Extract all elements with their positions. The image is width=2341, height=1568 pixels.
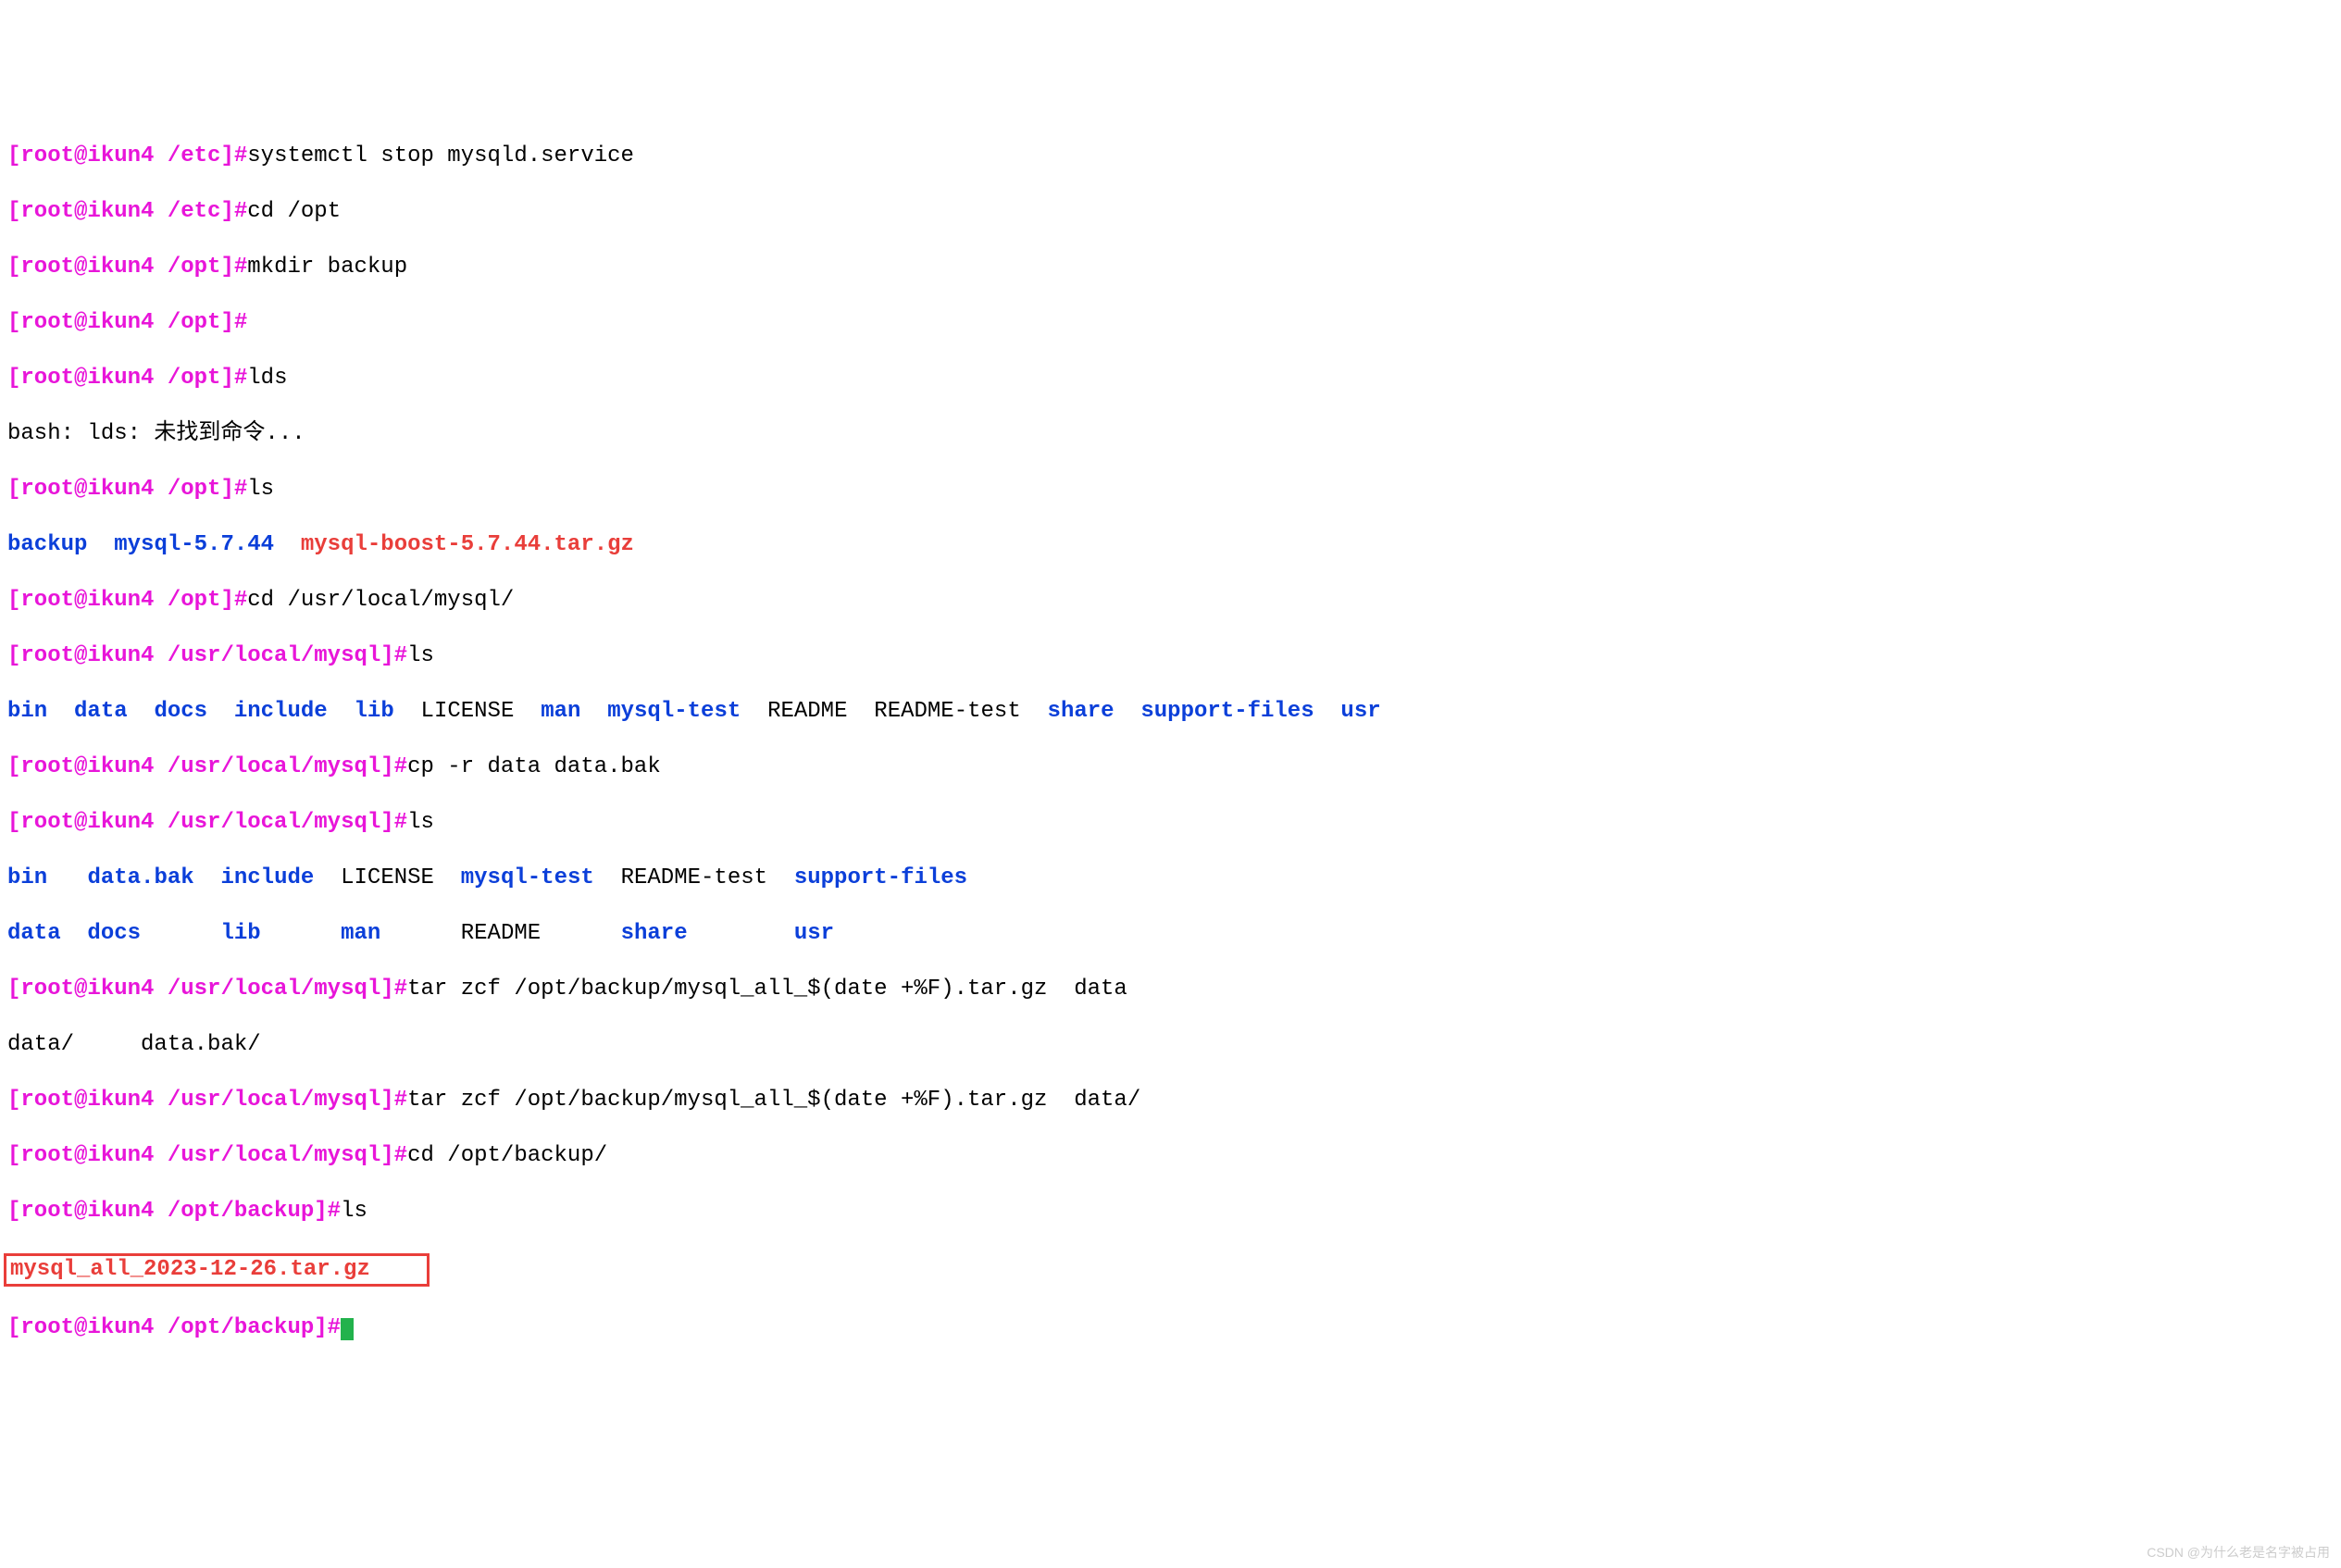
prompt: [root@ikun4 /usr/local/mysql]#: [7, 810, 407, 835]
directory-item: mysql-test: [607, 699, 741, 724]
ls-output: bin data docs include lib LICENSE man my…: [7, 698, 2334, 726]
terminal-line: [root@ikun4 /etc]#cd /opt: [7, 198, 2334, 226]
directory-item: include: [220, 865, 314, 890]
directory-item: mysql-5.7.44: [114, 532, 274, 557]
watermark-text: CSDN @为什么老是名字被占用: [2147, 1545, 2330, 1562]
completion-item: data.bak/: [141, 1032, 261, 1057]
terminal-line: [root@ikun4 /usr/local/mysql]#cp -r data…: [7, 753, 2334, 781]
prompt: [root@ikun4 /opt]#: [7, 477, 247, 502]
directory-item: mysql-test: [461, 865, 594, 890]
directory-item: data: [7, 921, 61, 946]
command-text: cd /opt: [247, 199, 341, 224]
directory-item: support-files: [794, 865, 967, 890]
file-item: README-test: [874, 699, 1020, 724]
directory-item: support-files: [1140, 699, 1314, 724]
prompt: [root@ikun4 /usr/local/mysql]#: [7, 754, 407, 779]
directory-item: docs: [154, 699, 207, 724]
command-text: ls: [407, 643, 434, 668]
ls-output: data docs lib man README share usr: [7, 920, 2334, 948]
command-text: tar zcf /opt/backup/mysql_all_$(date +%F…: [407, 1088, 1140, 1113]
file-item: README: [461, 921, 541, 946]
command-text: lds: [247, 366, 287, 391]
terminal-line: [root@ikun4 /etc]#systemctl stop mysqld.…: [7, 143, 2334, 170]
tab-completion: data/ data.bak/: [7, 1031, 2334, 1059]
directory-item: man: [341, 921, 380, 946]
command-text: systemctl stop mysqld.service: [247, 143, 634, 168]
command-text: cd /opt/backup/: [407, 1143, 607, 1168]
prompt: [root@ikun4 /usr/local/mysql]#: [7, 643, 407, 668]
terminal-line: [root@ikun4 /usr/local/mysql]#ls: [7, 809, 2334, 837]
terminal-line: [root@ikun4 /opt]#: [7, 309, 2334, 337]
directory-item: data.bak: [87, 865, 193, 890]
file-item: LICENSE: [421, 699, 515, 724]
command-text: ls: [247, 477, 274, 502]
directory-item: bin: [7, 699, 47, 724]
directory-item: man: [541, 699, 580, 724]
command-text: cp -r data data.bak: [407, 754, 661, 779]
file-item: README: [767, 699, 847, 724]
prompt: [root@ikun4 /usr/local/mysql]#: [7, 1143, 407, 1168]
command-text: mkdir backup: [247, 255, 407, 280]
directory-item: bin: [7, 865, 47, 890]
prompt: [root@ikun4 /opt]#: [7, 255, 247, 280]
file-item: LICENSE: [341, 865, 434, 890]
archive-item: mysql-boost-5.7.44.tar.gz: [301, 532, 634, 557]
ls-output: bin data.bak include LICENSE mysql-test …: [7, 865, 2334, 892]
terminal-line: [root@ikun4 /opt]#ls: [7, 476, 2334, 504]
command-text: cd /usr/local/mysql/: [247, 588, 514, 613]
terminal-line: [root@ikun4 /usr/local/mysql]#tar zcf /o…: [7, 976, 2334, 1003]
highlight-box: mysql_all_2023-12-26.tar.gz: [4, 1253, 430, 1287]
terminal-line: [root@ikun4 /opt]#mkdir backup: [7, 254, 2334, 281]
prompt: [root@ikun4 /opt]#: [7, 310, 247, 335]
prompt: [root@ikun4 /usr/local/mysql]#: [7, 977, 407, 1002]
prompt: [root@ikun4 /opt/backup]#: [7, 1199, 341, 1224]
directory-item: usr: [794, 921, 834, 946]
prompt: [root@ikun4 /opt/backup]#: [7, 1315, 341, 1340]
directory-item: share: [1048, 699, 1114, 724]
prompt: [root@ikun4 /etc]#: [7, 199, 247, 224]
directory-item: backup: [7, 532, 87, 557]
command-text: tar zcf /opt/backup/mysql_all_$(date +%F…: [407, 977, 1127, 1002]
directory-item: usr: [1340, 699, 1380, 724]
terminal-line: [root@ikun4 /opt]#cd /usr/local/mysql/: [7, 587, 2334, 615]
ls-output: backup mysql-5.7.44 mysql-boost-5.7.44.t…: [7, 531, 2334, 559]
directory-item: lib: [355, 699, 394, 724]
prompt: [root@ikun4 /usr/local/mysql]#: [7, 1088, 407, 1113]
command-text: ls: [341, 1199, 367, 1224]
highlighted-output: mysql_all_2023-12-26.tar.gz: [7, 1253, 2334, 1287]
directory-item: docs: [87, 921, 141, 946]
terminal-output[interactable]: [root@ikun4 /etc]#systemctl stop mysqld.…: [7, 115, 2334, 1370]
archive-item: mysql_all_2023-12-26.tar.gz: [10, 1257, 370, 1282]
terminal-line: [root@ikun4 /opt/backup]#: [7, 1314, 2334, 1342]
terminal-line: [root@ikun4 /opt]#lds: [7, 365, 2334, 392]
directory-item: include: [234, 699, 328, 724]
directory-item: share: [621, 921, 688, 946]
directory-item: lib: [220, 921, 260, 946]
prompt: [root@ikun4 /opt]#: [7, 588, 247, 613]
command-text: ls: [407, 810, 434, 835]
terminal-line: [root@ikun4 /usr/local/mysql]#ls: [7, 642, 2334, 670]
directory-item: data: [74, 699, 128, 724]
cursor-icon[interactable]: [341, 1318, 354, 1340]
prompt: [root@ikun4 /opt]#: [7, 366, 247, 391]
terminal-line: [root@ikun4 /usr/local/mysql]#cd /opt/ba…: [7, 1142, 2334, 1170]
terminal-line: [root@ikun4 /opt/backup]#ls: [7, 1198, 2334, 1226]
terminal-line: [root@ikun4 /usr/local/mysql]#tar zcf /o…: [7, 1087, 2334, 1114]
bash-error: bash: lds: 未找到命令...: [7, 420, 2334, 448]
prompt: [root@ikun4 /etc]#: [7, 143, 247, 168]
file-item: README-test: [621, 865, 767, 890]
completion-item: data/: [7, 1032, 74, 1057]
